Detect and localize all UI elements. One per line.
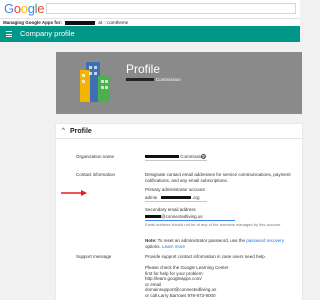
managing-prefix: Managing Google Apps for: — [3, 20, 62, 25]
section-title: Profile — [70, 128, 92, 135]
card-header[interactable]: ^ Profile — [56, 124, 302, 139]
managing-extra: at :: comtheme — [98, 20, 129, 25]
admin-underline — [145, 201, 207, 202]
app-bar: Company profile — [0, 26, 300, 42]
logo-letter: e — [37, 1, 45, 16]
password-note: Note: To reset an administrator password… — [145, 238, 284, 249]
secondary-email-field[interactable]: @connectedliving.us — [145, 214, 300, 220]
support-description: Provide support contact information in c… — [145, 254, 266, 259]
secondary-email-label: Secondary email address — [145, 207, 196, 212]
logo-letter: o — [13, 1, 21, 16]
secondary-email-hint: Email address should not be of any of th… — [145, 222, 281, 227]
logo-letter: g — [27, 1, 35, 16]
redacted-domain — [65, 20, 96, 25]
redacted-email-user — [145, 215, 161, 219]
primary-admin-label: Primary administrator account — [145, 187, 205, 192]
google-logo[interactable]: Google — [4, 1, 44, 16]
app-bar-title: Company profile — [20, 29, 75, 38]
banner-subtitle: Commission — [126, 77, 181, 82]
managing-bar: Managing Google Apps for: at :: comtheme — [0, 18, 300, 26]
profile-card: ^ Profile Organization name Commission ?… — [56, 124, 302, 300]
profile-banner — [56, 52, 302, 114]
redacted-org — [126, 78, 154, 82]
secondary-email-underline — [145, 220, 235, 221]
banner-title: Profile — [126, 62, 161, 76]
help-icon[interactable]: ? — [201, 154, 206, 160]
primary-admin-field[interactable]: admin .org — [145, 195, 300, 201]
org-name-field[interactable]: Commission — [145, 154, 300, 160]
contact-description: Designate contact email addresses for se… — [145, 172, 291, 183]
top-bar: Google — [0, 0, 300, 18]
logo-letter: o — [20, 1, 28, 16]
password-recovery-link[interactable]: password recovery — [246, 238, 284, 243]
redacted-admin-domain — [160, 196, 191, 200]
building-icon — [80, 62, 110, 102]
org-name-underline — [145, 160, 207, 161]
org-name-label: Organization name — [76, 154, 115, 159]
chevron-up-icon[interactable]: ^ — [62, 128, 65, 135]
menu-icon[interactable] — [6, 31, 12, 37]
contact-label: Contact information — [76, 172, 116, 177]
red-arrow-annotation — [61, 190, 87, 196]
redacted-org-name — [145, 155, 179, 159]
support-message-textarea[interactable]: Please check the Google Learning Center … — [145, 265, 245, 298]
search-input[interactable] — [46, 3, 296, 14]
support-label: Support message — [76, 254, 112, 259]
learn-more-link[interactable]: Learn more — [162, 244, 185, 249]
logo-letter: G — [4, 1, 14, 16]
